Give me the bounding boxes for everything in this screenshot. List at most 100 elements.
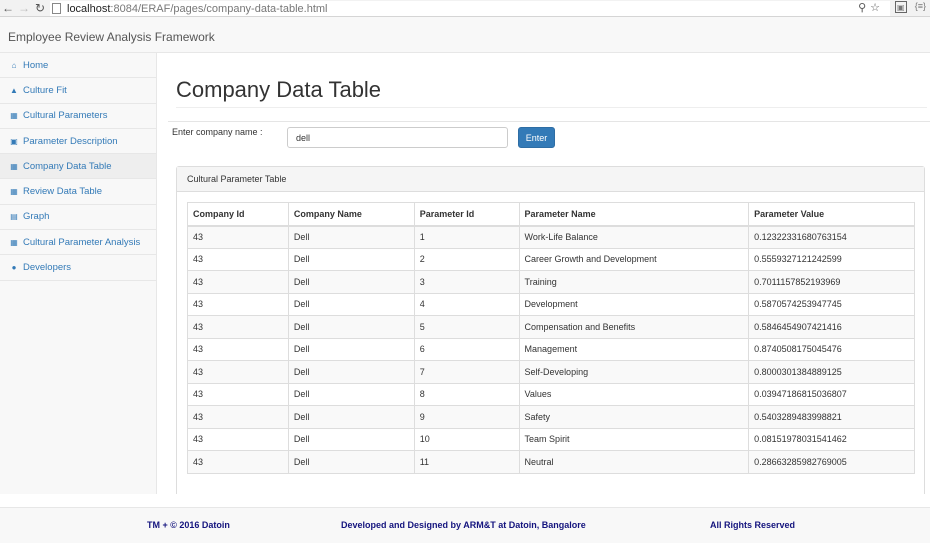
extension-icon[interactable]: ▣ — [894, 1, 907, 13]
table-cell: 43 — [187, 270, 289, 294]
table-cell: 0.5870574253947745 — [748, 292, 915, 316]
table-row: 43 Dell 8 Values 0.03947186815036807 — [187, 382, 915, 406]
sidebar-item-culture-fit[interactable]: ▲ Culture Fit — [0, 78, 156, 104]
table-cell: Team Spirit — [518, 427, 750, 451]
table-header-row: Company Id Company Name Parameter Id Par… — [187, 202, 915, 227]
table-cell: 10 — [413, 427, 520, 451]
table-cell: Training — [518, 270, 750, 294]
table-cell: Dell — [287, 337, 415, 361]
zoom-icon[interactable]: ⚲ — [858, 1, 866, 14]
sidebar-item-review-data-table[interactable]: ▦ Review Data Table — [0, 179, 156, 205]
page-title: Company Data Table — [176, 77, 382, 102]
table-cell: 43 — [187, 225, 289, 249]
table-cell: 0.7011157852193969 — [748, 270, 915, 294]
table-cell: Dell — [287, 360, 415, 384]
enter-button[interactable]: Enter — [518, 127, 555, 148]
table-cell: 2 — [413, 247, 520, 271]
url-host: localhost — [67, 2, 111, 15]
table-cell: Self-Developing — [518, 360, 750, 384]
table-cell: 9 — [413, 405, 520, 429]
sidebar-item-label: Home — [23, 59, 49, 71]
page-icon — [52, 3, 61, 14]
table-cell: Values — [518, 382, 750, 406]
table-cell: 1 — [413, 225, 520, 249]
table-row: 43 Dell 3 Training 0.7011157852193969 — [187, 270, 915, 294]
table-row: 43 Dell 1 Work-Life Balance 0.12322331680763… — [187, 225, 915, 249]
company-name-input[interactable] — [287, 127, 508, 148]
extension-json-icon[interactable]: {≡} — [915, 1, 926, 13]
sidebar-item-label: Culture Fit — [23, 84, 67, 96]
column-header-parameter-value: Parameter Value — [748, 202, 915, 227]
column-header-parameter-name: Parameter Name — [518, 202, 750, 227]
sidebar-item-parameter-description[interactable]: ▣ Parameter Description — [0, 129, 156, 155]
table-cell: 43 — [187, 360, 289, 384]
cubes-icon: ▦ — [10, 111, 18, 121]
bookmark-star-icon[interactable]: ☆ — [870, 1, 880, 14]
table-cell: Dell — [287, 382, 415, 406]
sidebar-item-label: Cultural Parameters — [23, 110, 108, 122]
table-cell: 0.8000301384889125 — [748, 360, 915, 384]
table-cell: 43 — [187, 315, 289, 339]
bar-chart-icon: ▤ — [10, 212, 18, 222]
address-bar[interactable]: localhost:8084/ERAF/pages/company-data-t… — [50, 1, 890, 16]
table-cell: 0.03947186815036807 — [748, 382, 915, 406]
column-header-parameter-id: Parameter Id — [413, 202, 520, 227]
table-row: 43 Dell 4 Development 0.5870574253947745 — [187, 292, 915, 316]
app-brand[interactable]: Employee Review Analysis Framework — [8, 30, 215, 44]
sidebar-item-label: Company Data Table — [23, 160, 112, 172]
title-divider — [176, 107, 927, 108]
sidebar-item-label: Review Data Table — [23, 186, 103, 198]
table-cell: Dell — [287, 292, 415, 316]
footer: TM + © 2016 Datoin Developed and Designe… — [0, 507, 930, 543]
document-icon: ▣ — [10, 136, 18, 146]
table-cell: 0.8740508175045476 — [748, 337, 915, 361]
table-cell: 43 — [187, 450, 289, 474]
table-cell: 43 — [187, 405, 289, 429]
table-cell: Compensation and Benefits — [518, 315, 750, 339]
table-row: 43 Dell 5 Compensation and Benefits 0.584645… — [187, 315, 915, 339]
table-cell: 0.28663285982769005 — [748, 450, 915, 474]
table-cell: 43 — [187, 247, 289, 271]
table-cell: 5 — [413, 315, 520, 339]
table-icon: ▦ — [10, 187, 18, 197]
table-icon: ▦ — [10, 237, 18, 247]
column-header-company-name: Company Name — [287, 202, 415, 227]
table-cell: Safety — [518, 405, 750, 429]
table-cell: 8 — [413, 382, 520, 406]
table-cell: 43 — [187, 382, 289, 406]
table-cell: 43 — [187, 292, 289, 316]
table-cell: 6 — [413, 337, 520, 361]
sidebar-item-home[interactable]: ⌂ Home — [0, 53, 156, 79]
table-cell: Work-Life Balance — [518, 225, 750, 249]
table-cell: Career Growth and Development — [518, 247, 750, 271]
back-arrow-icon[interactable]: ← — [0, 0, 16, 16]
sidebar: ⌂ Home ▲ Culture Fit ▦ Cultural Paramete… — [0, 53, 157, 494]
footer-copyright: TM + © 2016 Datoin — [147, 520, 230, 530]
sidebar-item-company-data-table[interactable]: ▦ Company Data Table — [0, 154, 156, 180]
table-row: 43 Dell 2 Career Growth and Development 0.55… — [187, 247, 915, 271]
form-divider — [168, 121, 930, 122]
sidebar-item-cultural-parameters[interactable]: ▦ Cultural Parameters — [0, 104, 156, 129]
table-row: 43 Dell 10 Team Spirit 0.08151978031541462 — [187, 427, 915, 451]
cultural-parameter-table: Company Id Company Name Parameter Id Par… — [187, 202, 915, 474]
sidebar-item-developers[interactable]: ● Developers — [0, 255, 156, 281]
table-cell: 4 — [413, 292, 520, 316]
table-row: 43 Dell 6 Management 0.8740508175045476 — [187, 337, 915, 361]
table-row: 43 Dell 11 Neutral 0.28663285982769005 — [187, 450, 915, 474]
table-cell: 0.5846454907421416 — [748, 315, 915, 339]
sidebar-item-label: Cultural Parameter Analysis — [23, 236, 141, 248]
column-header-company-id: Company Id — [187, 202, 289, 227]
table-row: 43 Dell 7 Self-Developing 0.8000301384889125 — [187, 360, 915, 384]
top-navbar: Employee Review Analysis Framework — [0, 17, 930, 53]
footer-credits: Developed and Designed by ARM&T at Datoi… — [341, 520, 586, 530]
sidebar-item-graph[interactable]: ▤ Graph — [0, 205, 156, 231]
table-cell: 0.12322331680763154 — [748, 225, 915, 249]
table-cell: Dell — [287, 270, 415, 294]
reload-icon[interactable]: ↻ — [32, 0, 48, 16]
binoculars-icon: ▲ — [10, 85, 18, 95]
home-icon: ⌂ — [11, 60, 17, 70]
cultural-parameter-panel: Cultural Parameter Table Company Id Comp… — [176, 166, 925, 494]
sidebar-item-cultural-parameter-analysis[interactable]: ▦ Cultural Parameter Analysis — [0, 230, 156, 256]
forward-arrow-icon[interactable]: → — [16, 0, 32, 16]
table-cell: Neutral — [518, 450, 750, 474]
